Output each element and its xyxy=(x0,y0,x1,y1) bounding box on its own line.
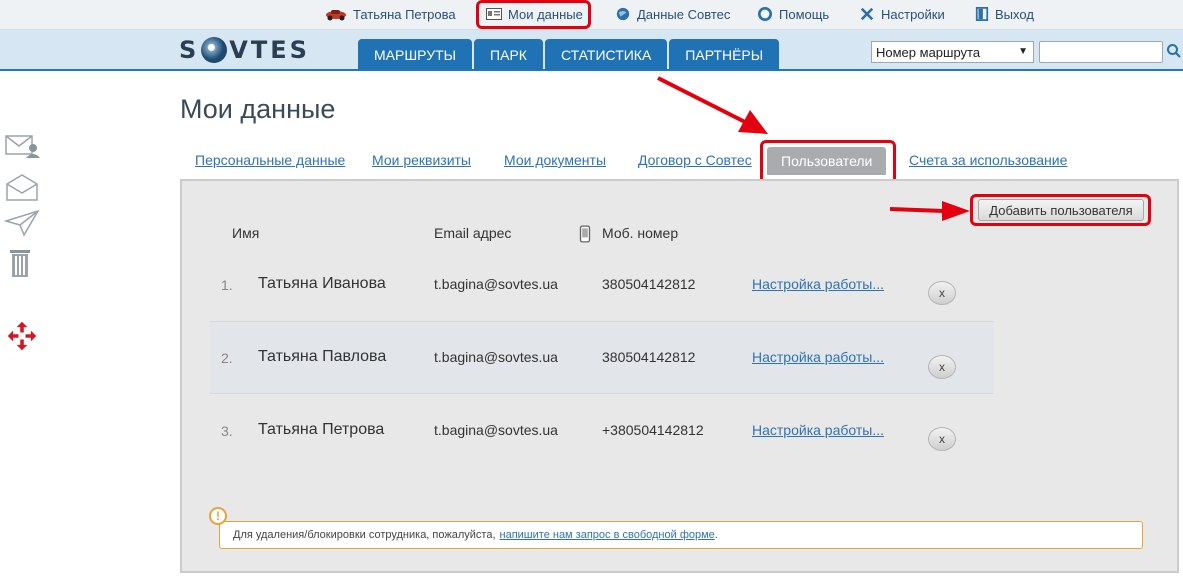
user-bar: Татьяна Петрова Мои данные Данные Совтес… xyxy=(0,0,1183,30)
users-tab-highlight xyxy=(760,140,896,184)
user-name-cell: Татьяна Иванова xyxy=(258,275,386,292)
user-phone-cell: +380504142812 xyxy=(602,422,704,438)
user-settings-link[interactable]: Настройка работы... xyxy=(752,349,884,365)
open-mail-icon[interactable] xyxy=(4,172,40,204)
dropdown-arrow-icon: ▼ xyxy=(1018,46,1028,57)
user-name-cell: Татьяна Павлова xyxy=(258,348,387,365)
nav-park[interactable]: ПАРК xyxy=(474,39,543,70)
settings-link[interactable]: Настройки xyxy=(859,0,945,28)
user-phone-cell: 380504142812 xyxy=(602,349,696,365)
user-phone-cell: 380504142812 xyxy=(602,276,696,292)
logo-vtes: VTES xyxy=(229,36,310,64)
route-select-value: Номер маршрута xyxy=(876,44,981,60)
main-nav: МАРШРУТЫ ПАРК СТАТИСТИКА ПАРТНЁРЫ xyxy=(358,39,780,70)
user-name-cell: Татьяна Петрова xyxy=(258,421,385,438)
user-email-cell: t.bagina@sovtes.ua xyxy=(434,276,558,292)
globe-icon xyxy=(616,7,630,21)
delete-user-button[interactable]: x xyxy=(928,427,956,451)
mobile-phone-icon xyxy=(579,225,591,243)
add-user-highlight xyxy=(970,194,1151,226)
table-row: 1. Татьяна Иванова t.bagina@sovtes.ua 38… xyxy=(210,248,994,321)
table-row: 2. Татьяна Павлова t.bagina@sovtes.ua 38… xyxy=(210,321,994,394)
search-input[interactable] xyxy=(1039,41,1163,63)
help-link[interactable]: Помощь xyxy=(757,0,829,28)
logout-link[interactable]: Выход xyxy=(975,0,1034,28)
help-label: Помощь xyxy=(779,6,830,22)
notice-end: . xyxy=(714,529,718,541)
delete-user-button[interactable]: x xyxy=(928,355,956,379)
sovtes-logo[interactable]: S VTES xyxy=(179,36,310,64)
user-settings-link[interactable]: Настройка работы... xyxy=(752,422,884,438)
logo-s: S xyxy=(179,36,200,64)
tab-invoices[interactable]: Счета за использование xyxy=(909,152,1067,168)
user-settings-link[interactable]: Настройка работы... xyxy=(752,276,884,292)
car-icon xyxy=(326,10,346,21)
paper-plane-icon[interactable] xyxy=(4,207,40,239)
row-number: 3. xyxy=(221,423,233,439)
tab-contract[interactable]: Договор с Совтес xyxy=(638,152,752,168)
delete-notice: Для удаления/блокировки сотрудника, пожа… xyxy=(219,521,1143,549)
settings-label: Настройки xyxy=(881,6,945,22)
nav-routes[interactable]: МАРШРУТЫ xyxy=(358,39,473,70)
row-number: 2. xyxy=(221,350,233,366)
column-header-name: Имя xyxy=(232,225,260,241)
nova-poshta-logo-icon[interactable] xyxy=(4,320,40,352)
logout-label: Выход xyxy=(995,6,1034,22)
notice-request-link[interactable]: напишите нам запрос в свободной форме xyxy=(500,529,715,541)
user-name: Татьяна Петрова xyxy=(353,6,456,22)
table-row: 3. Татьяна Петрова t.bagina@sovtes.ua +3… xyxy=(210,394,994,467)
tools-icon xyxy=(860,7,874,21)
route-number-select[interactable]: Номер маршрута ▼ xyxy=(871,41,1034,63)
tab-personal-data[interactable]: Персональные данные xyxy=(195,152,345,168)
user-email-cell: t.bagina@sovtes.ua xyxy=(434,422,558,438)
user-email-cell: t.bagina@sovtes.ua xyxy=(434,349,558,365)
nav-statistics[interactable]: СТАТИСТИКА xyxy=(544,39,668,70)
tab-requisites[interactable]: Мои реквизиты xyxy=(372,152,471,168)
column-header-phone: Моб. номер xyxy=(602,225,679,241)
sovtes-data-label: Данные Совтес xyxy=(637,6,731,22)
search-icon[interactable] xyxy=(1166,42,1182,60)
door-icon xyxy=(975,7,989,21)
logo-globe-icon xyxy=(201,37,228,63)
main-header: S VTES МАРШРУТЫ ПАРК СТАТИСТИКА ПАРТНЁРЫ … xyxy=(0,30,1183,71)
warning-icon: ! xyxy=(209,507,227,525)
lifebuoy-icon xyxy=(758,7,772,21)
column-header-email: Email адрес xyxy=(434,225,512,241)
mail-user-icon[interactable] xyxy=(4,130,40,162)
tab-documents[interactable]: Мои документы xyxy=(504,152,606,168)
row-number: 1. xyxy=(221,277,233,293)
delete-user-button[interactable]: x xyxy=(928,281,956,305)
sovtes-data-link[interactable]: Данные Совтес xyxy=(615,0,730,28)
trash-icon[interactable] xyxy=(4,247,40,279)
user-menu[interactable]: Татьяна Петрова xyxy=(325,0,456,28)
my-data-highlight xyxy=(476,0,591,29)
page-title: Мои данные xyxy=(180,94,336,124)
notice-text: Для удаления/блокировки сотрудника, пожа… xyxy=(233,529,496,541)
arrow-to-users-tab-icon xyxy=(657,76,768,134)
nav-partners[interactable]: ПАРТНЁРЫ xyxy=(669,39,780,70)
